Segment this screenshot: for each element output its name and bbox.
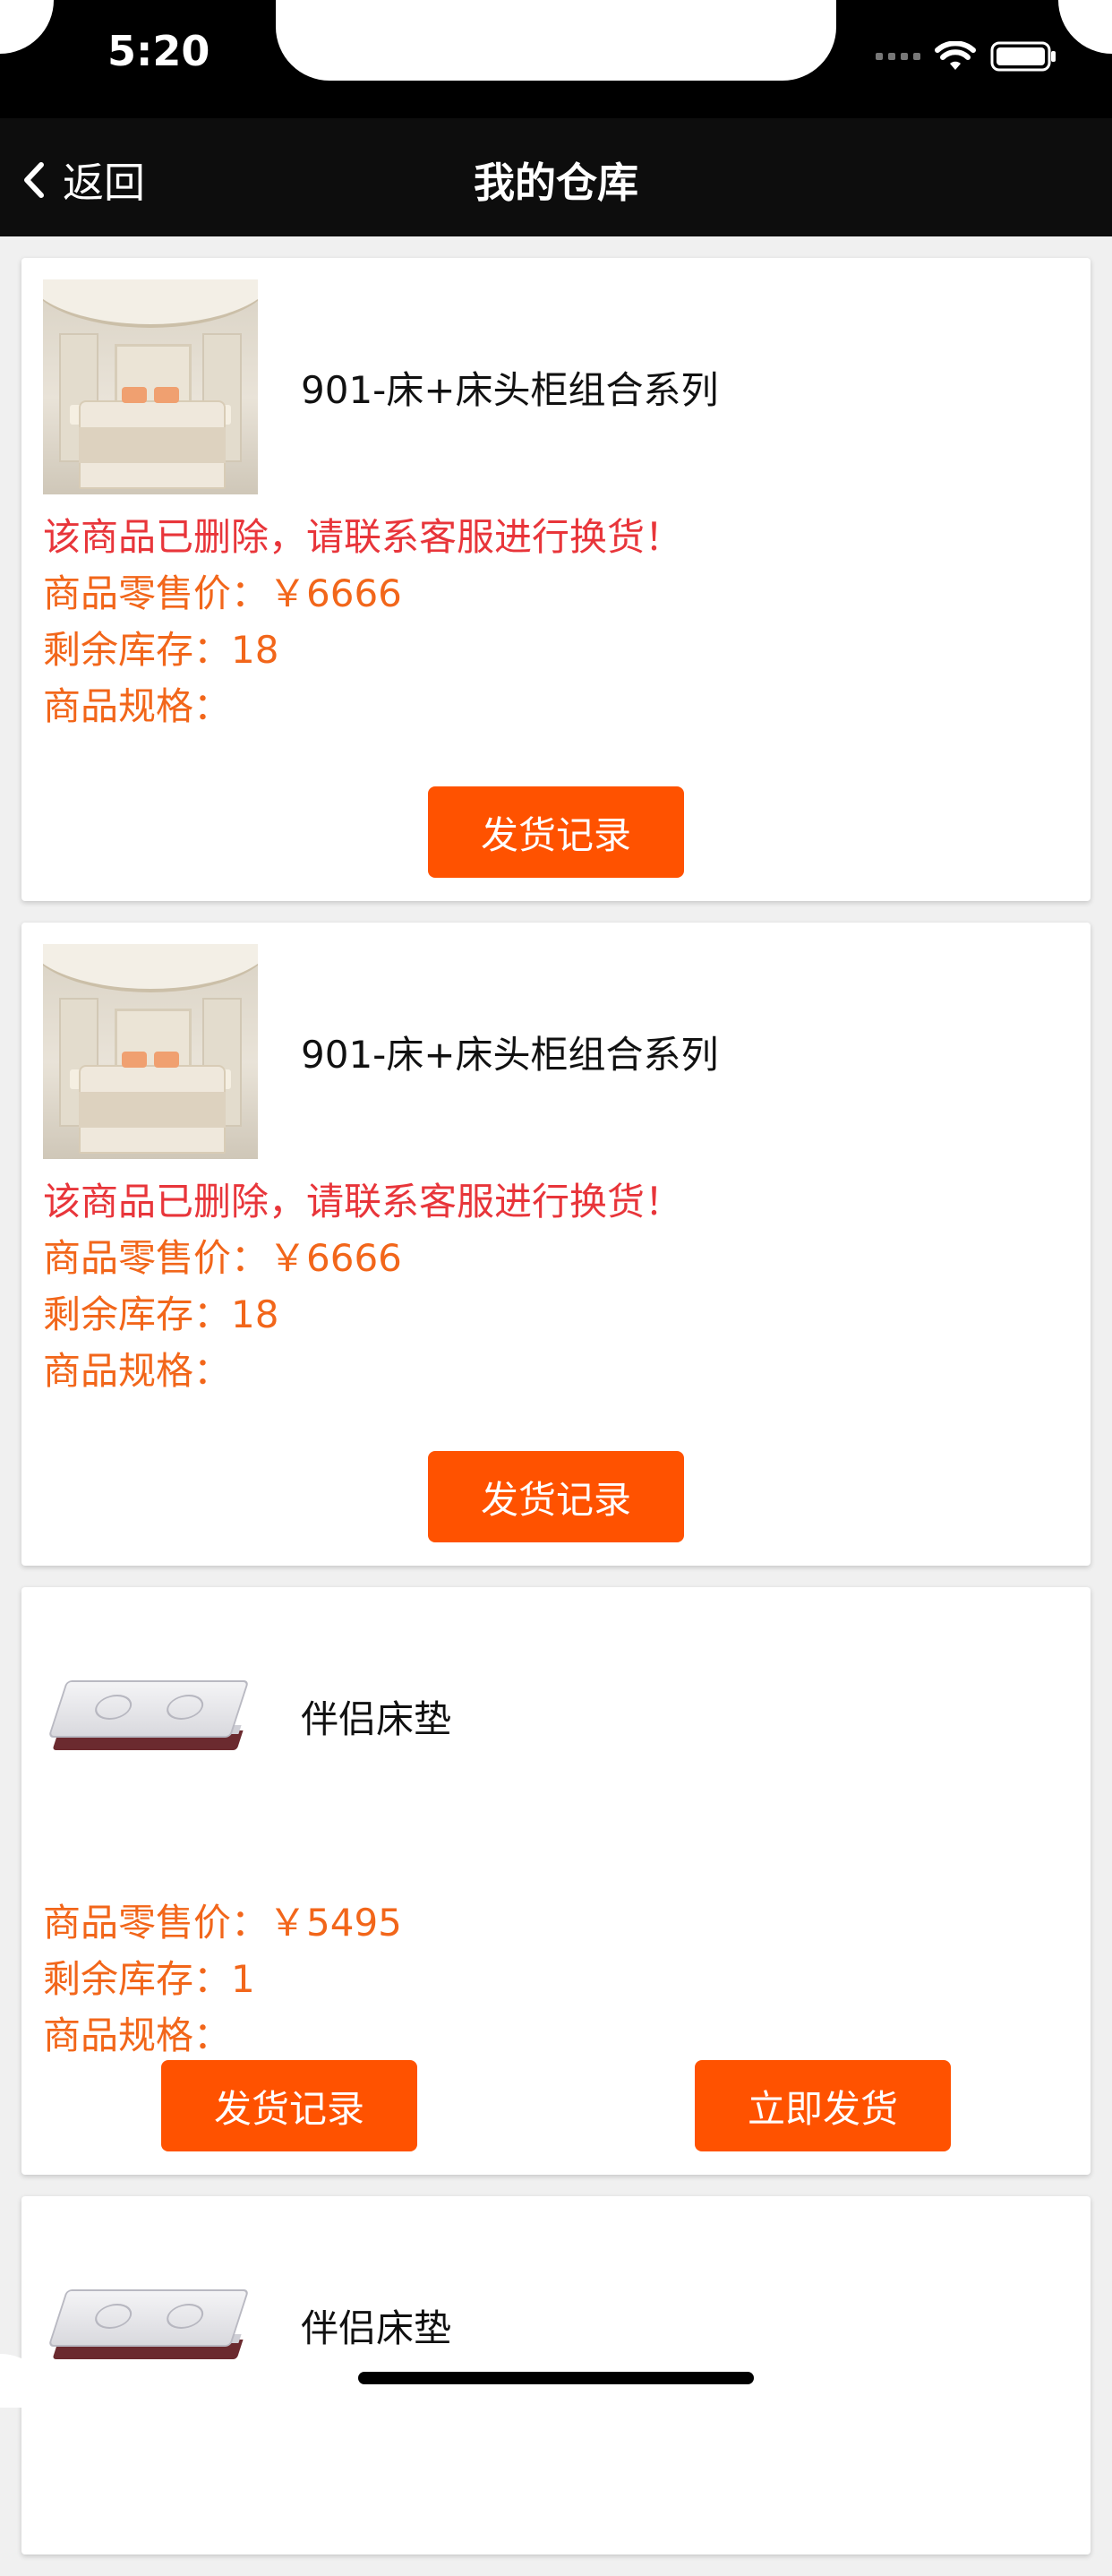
wifi-icon [935, 41, 976, 72]
product-image[interactable] [43, 2218, 258, 2433]
shipping-record-button[interactable]: 发货记录 [428, 786, 684, 878]
deleted-warning [43, 1838, 402, 1894]
retail-price: 商品零售价：￥6666 [43, 1236, 402, 1280]
battery-icon [990, 41, 1056, 72]
ship-now-button[interactable]: 立即发货 [695, 2060, 951, 2151]
product-info: 该商品已删除，请联系客服进行换货！ 商品零售价：￥6666 剩余库存：18 商品… [43, 509, 682, 734]
product-header: 伴侣床垫 [43, 1609, 451, 1824]
product-image[interactable] [43, 1609, 258, 1824]
status-icons [876, 41, 1056, 72]
notch [276, 0, 836, 81]
product-image[interactable] [43, 279, 258, 494]
status-bar: 5:20 [0, 0, 1112, 118]
product-header: 901-床+床头柜组合系列 [43, 944, 719, 1159]
deleted-warning: 该商品已删除，请联系客服进行换货！ [43, 1180, 683, 1224]
screen-corner [1058, 0, 1112, 54]
home-indicator[interactable] [358, 2372, 754, 2384]
retail-price: 商品零售价：￥6666 [43, 571, 402, 615]
product-card: 901-床+床头柜组合系列 该商品已删除，请联系客服进行换货！ 商品零售价：￥6… [21, 923, 1091, 1566]
page-title: 我的仓库 [474, 159, 638, 207]
product-card: 901-床+床头柜组合系列 该商品已删除，请联系客服进行换货！ 商品零售价：￥6… [21, 258, 1091, 901]
shipping-record-button[interactable]: 发货记录 [161, 2060, 417, 2151]
nav-bar: 返回 我的仓库 [0, 118, 1112, 236]
product-name[interactable]: 901-床+床头柜组合系列 [301, 360, 719, 415]
product-name[interactable]: 伴侣床垫 [301, 2298, 451, 2353]
product-header: 伴侣床垫 [43, 2218, 451, 2433]
remaining-stock: 剩余库存：18 [43, 628, 279, 672]
product-spec: 商品规格： [43, 684, 232, 728]
product-card: 伴侣床垫 商品零售价：￥5495 剩余库存：1 商品规格： 发货记录 立即发货 [21, 1587, 1091, 2175]
shipping-record-button[interactable]: 发货记录 [428, 1451, 684, 1542]
product-name[interactable]: 901-床+床头柜组合系列 [301, 1025, 719, 1079]
signal-icon [876, 53, 920, 60]
product-info: 商品零售价：￥5495 剩余库存：1 商品规格： [43, 1838, 402, 2064]
product-info: 该商品已删除，请联系客服进行换货！ 商品零售价：￥6666 剩余库存：18 商品… [43, 1173, 682, 1399]
product-spec: 商品规格： [43, 2014, 232, 2057]
product-list: 901-床+床头柜组合系列 该商品已删除，请联系客服进行换货！ 商品零售价：￥6… [21, 258, 1091, 2576]
deleted-warning: 该商品已删除，请联系客服进行换货！ [43, 515, 683, 559]
product-spec: 商品规格： [43, 1349, 232, 1393]
retail-price: 商品零售价：￥5495 [43, 1901, 402, 1945]
product-image[interactable] [43, 944, 258, 1159]
status-time: 5:20 [107, 27, 210, 75]
product-header: 901-床+床头柜组合系列 [43, 279, 719, 494]
remaining-stock: 剩余库存：18 [43, 1292, 279, 1336]
product-name[interactable]: 伴侣床垫 [301, 1689, 451, 1744]
screen-corner [0, 0, 54, 54]
remaining-stock: 剩余库存：1 [43, 1957, 255, 2001]
